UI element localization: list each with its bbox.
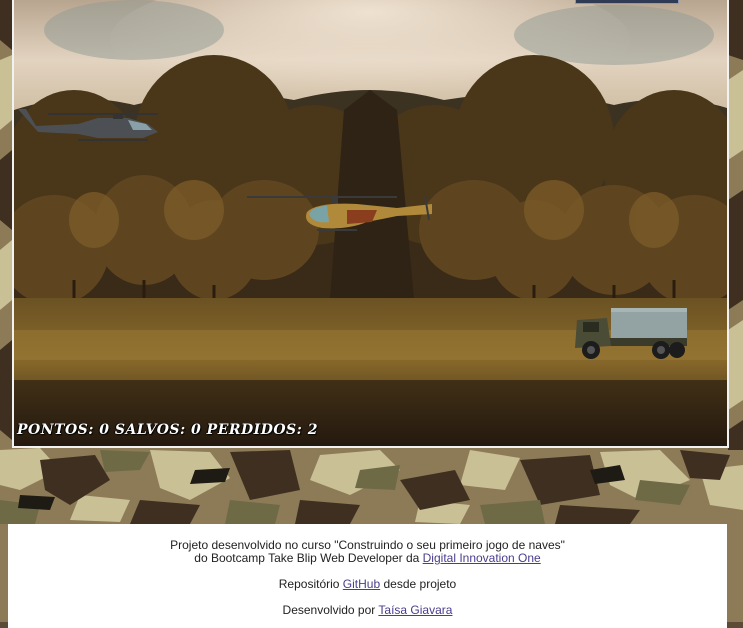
repo-text: Repositório [278,577,340,591]
salvos-value: 0 [191,422,202,438]
pontos-value: 0 [99,422,110,438]
enemy-helicopter [18,109,158,141]
score-hud: PONTOS: 0 SALVOS: 0 PERDIDOS: 2 [17,422,318,438]
pontos-label: PONTOS: [17,422,94,438]
perdidos-label: PERDIDOS: [206,422,303,438]
repo-suffix: desde projeto [383,577,457,591]
bootcamp-line: do Bootcamp Take Blip Web Developer da D… [8,552,727,565]
top-panel-edge [575,0,679,4]
ally-truck [575,308,687,359]
bootcamp-text: do Bootcamp Take Blip Web Developer da [194,551,420,565]
github-link[interactable]: GitHub [343,577,380,591]
author-link[interactable]: Taísa Giavara [378,603,452,617]
salvos-label: SALVOS: [114,422,186,438]
author-text: Desenvolvido por [282,603,376,617]
perdidos-value: 2 [307,422,318,438]
author-line: Desenvolvido por Taísa Giavara [8,604,727,617]
dio-link[interactable]: Digital Innovation One [423,551,541,565]
repo-line: Repositório GitHub desde projeto [8,578,727,591]
game-canvas[interactable]: PONTOS: 0 SALVOS: 0 PERDIDOS: 2 [12,0,729,448]
course-text: Projeto desenvolvido no curso "Construin… [170,538,565,552]
footer: Projeto desenvolvido no curso "Construin… [8,524,727,628]
player-helicopter[interactable] [247,192,437,234]
